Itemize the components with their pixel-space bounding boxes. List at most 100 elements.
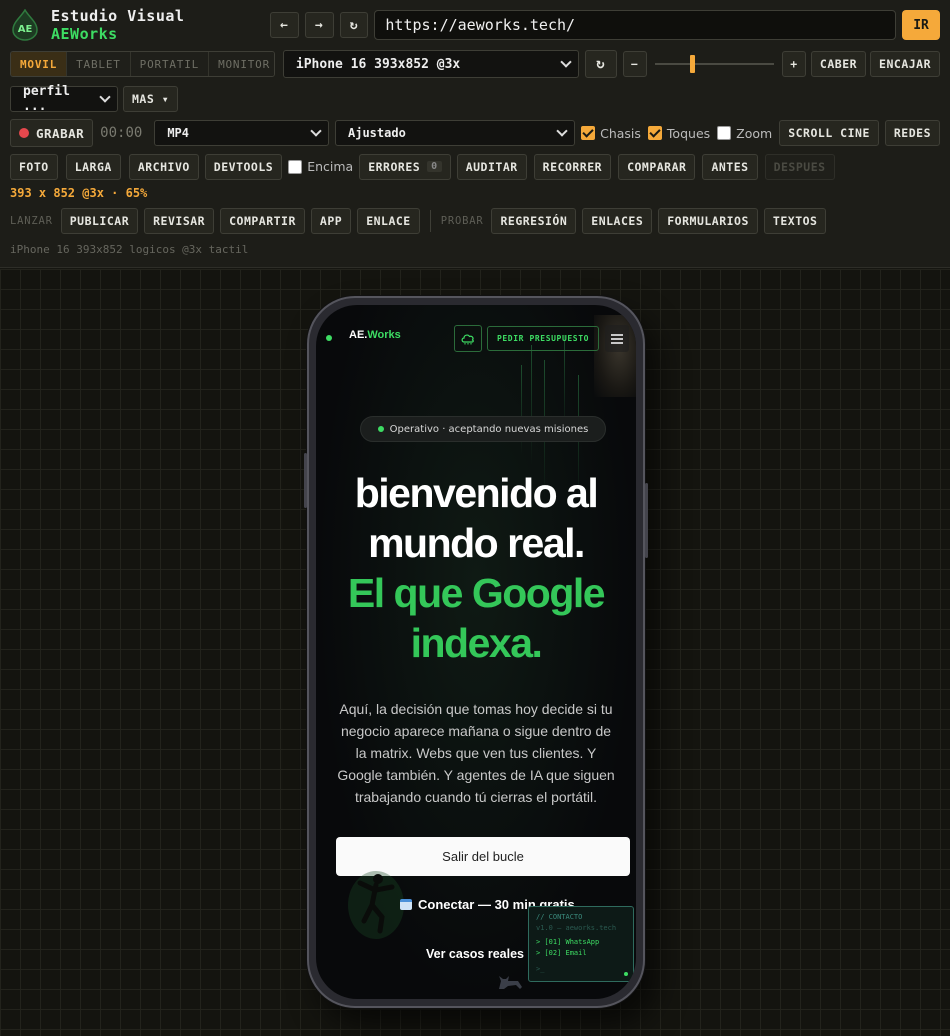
headline-line-4: indexa. [410, 620, 543, 666]
studio-toolbar: AE Estudio Visual AEWorks ← → ↻ https://… [0, 0, 950, 268]
more-button[interactable]: MAS ▾ [123, 86, 179, 112]
enlace-button[interactable]: ENLACE [357, 207, 420, 234]
reload-icon: ↻ [349, 17, 359, 33]
toques-label: Toques [666, 125, 711, 141]
tab-monitor[interactable]: MONITOR [209, 52, 274, 76]
revisar-label: REVISAR [153, 213, 206, 228]
chevron-down-icon [310, 125, 322, 137]
preview-canvas: AE.Works PEDIR PRESUPUESTO Operativo · a… [0, 269, 950, 1036]
site-logo[interactable]: AE.Works [349, 329, 401, 341]
foto-label: FOTO [19, 159, 49, 174]
mode-select-value: Ajustado [348, 126, 406, 140]
cases-link[interactable]: Ver casos reales [426, 947, 524, 961]
chasis-checkbox[interactable] [581, 126, 596, 140]
comparar-button[interactable]: COMPARAR [618, 153, 696, 180]
headline-line-1: bienvenido al [354, 470, 599, 516]
zoom-in-button[interactable]: + [782, 51, 806, 77]
archivo-label: ARCHIVO [137, 159, 190, 174]
matrix-stripe [531, 345, 532, 465]
site-logo-prefix: AE. [349, 329, 368, 341]
app-title-brand: AEWorks [51, 25, 118, 43]
encima-checkbox[interactable] [288, 159, 303, 174]
device-select[interactable]: iPhone 16 393x852 @3x [282, 50, 579, 78]
menu-button[interactable] [605, 325, 629, 352]
reload-button[interactable]: ↻ [339, 12, 369, 38]
archivo-button[interactable]: ARCHIVO [128, 153, 199, 180]
enlaces-button[interactable]: ENLACES [582, 207, 653, 234]
dimensions-readout: 393 x 852 @3x · 65% [10, 186, 148, 200]
launch-label: LANZAR [10, 214, 53, 227]
zoom-slider[interactable] [654, 51, 775, 77]
back-button[interactable]: ← [269, 12, 299, 38]
compartir-button[interactable]: COMPARTIR [220, 207, 305, 234]
formularios-button[interactable]: FORMULARIOS [658, 207, 758, 234]
forward-button[interactable]: → [304, 12, 334, 38]
textos-button[interactable]: TEXTOS [763, 207, 827, 234]
foto-button[interactable]: FOTO [10, 153, 58, 180]
tab-portatil[interactable]: PORTATIL [130, 52, 210, 76]
status-pill-text: Operativo · aceptando nuevas misiones [389, 423, 589, 435]
despues-label: DESPUES [773, 159, 826, 174]
auditar-button[interactable]: AUDITAR [456, 153, 527, 180]
chasis-toggle[interactable]: Chasis [581, 126, 641, 141]
rotate-button[interactable]: ↻ [584, 50, 617, 78]
app-button[interactable]: APP [310, 207, 352, 234]
exit-loop-label: Salir del bucle [442, 849, 524, 864]
record-timer: 00:00 [100, 125, 143, 141]
headline-line-2: mundo real. [368, 520, 585, 566]
revisar-button[interactable]: REVISAR [144, 207, 215, 234]
encima-toggle[interactable]: Encima [288, 159, 353, 174]
zoom-slider-handle[interactable] [689, 55, 695, 73]
format-select[interactable]: MP4 [154, 120, 329, 146]
fill-button[interactable]: ENCAJAR [870, 51, 941, 77]
app-logo-text: AE [17, 24, 33, 35]
terminal-email[interactable]: > [02] Email [536, 948, 626, 959]
recorrer-label: RECORRER [542, 159, 603, 174]
fit-button[interactable]: CABER [810, 51, 867, 77]
antes-button[interactable]: ANTES [702, 153, 758, 180]
theme-button[interactable] [454, 325, 482, 352]
go-button[interactable]: IR [902, 10, 940, 40]
zoom-toggle[interactable]: Zoom [717, 126, 772, 141]
despues-button[interactable]: DESPUES [764, 153, 835, 180]
device-tabs: MOVIL TABLET PORTATIL MONITOR [10, 51, 275, 77]
antes-label: ANTES [711, 159, 749, 174]
regresion-button[interactable]: REGRESIÓN [491, 207, 577, 234]
toques-toggle[interactable]: Toques [647, 125, 711, 141]
devtools-button[interactable]: DEVTOOLS [204, 153, 283, 180]
errores-button[interactable]: ERRORES 0 [359, 153, 451, 180]
quote-cta-label: PEDIR PRESUPUESTO [496, 334, 590, 343]
profile-select[interactable]: perfil ... [10, 84, 118, 114]
app-label: APP [319, 213, 343, 228]
hamburger-icon [611, 333, 623, 344]
status-pill-dot [377, 426, 384, 432]
side-button-left [304, 453, 307, 508]
dancer-figure-icon [348, 871, 404, 939]
terminal-whatsapp[interactable]: > [01] WhatsApp [536, 937, 626, 948]
status-pill: Operativo · aceptando nuevas misiones [360, 416, 606, 442]
scroll-cine-button[interactable]: SCROLL CINE [779, 120, 879, 146]
recorrer-button[interactable]: RECORRER [533, 153, 612, 180]
arrow-right-icon: → [314, 17, 324, 33]
zoom-out-button[interactable]: − [622, 51, 647, 77]
larga-button[interactable]: LARGA [65, 153, 121, 180]
mode-select[interactable]: Ajustado [335, 120, 576, 146]
comparar-label: COMPARAR [627, 159, 687, 174]
redes-button[interactable]: REDES [884, 120, 940, 146]
larga-label: LARGA [74, 159, 112, 174]
profile-select-value: perfil ... [23, 84, 70, 114]
url-text: https://aeworks.tech/ [385, 16, 576, 34]
tab-movil[interactable]: MOVIL [11, 52, 68, 76]
url-input[interactable]: https://aeworks.tech/ [374, 10, 897, 40]
contact-terminal[interactable]: // CONTACTO v1.0 — aeworks.tech > [01] W… [528, 906, 634, 982]
quote-cta-button[interactable]: PEDIR PRESUPUESTO [487, 326, 599, 351]
record-dot-icon [19, 128, 29, 138]
errores-count-badge: 0 [427, 161, 442, 172]
tab-tablet[interactable]: TABLET [67, 52, 131, 76]
zoom-checkbox[interactable] [717, 126, 732, 140]
phone-screen[interactable]: AE.Works PEDIR PRESUPUESTO Operativo · a… [316, 305, 636, 999]
publicar-button[interactable]: PUBLICAR [60, 207, 139, 234]
toques-checkbox[interactable] [647, 126, 662, 140]
record-button[interactable]: GRABAR [10, 119, 94, 147]
chevron-down-icon [560, 56, 572, 68]
